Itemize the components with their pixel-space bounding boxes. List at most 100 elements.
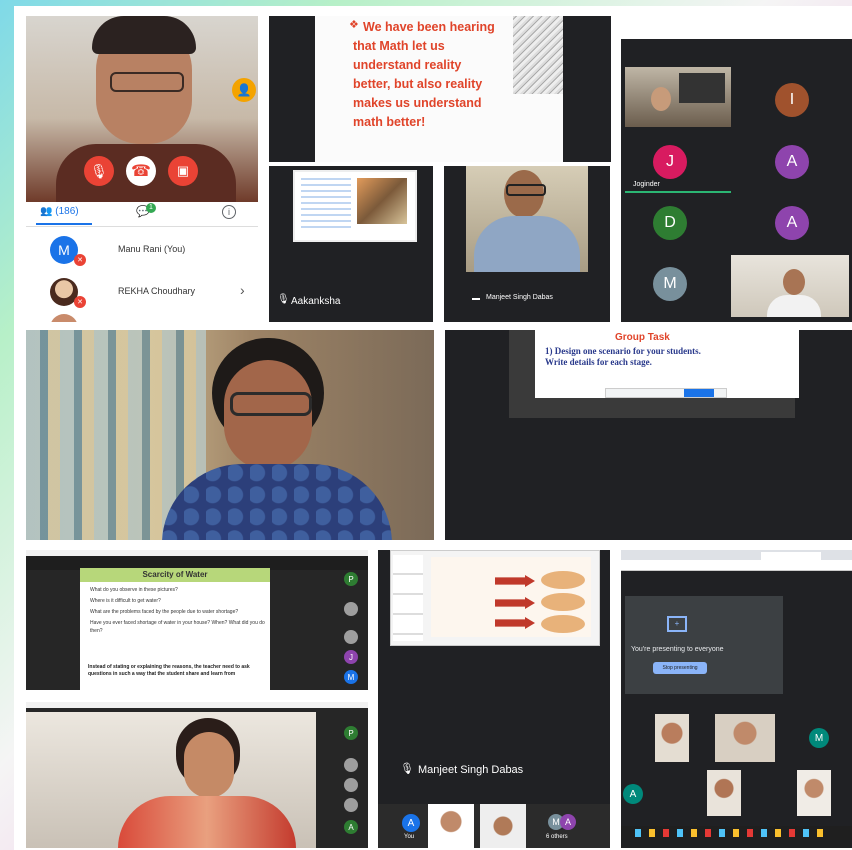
- mic-off-button[interactable]: 🎙: [84, 156, 114, 186]
- tile-manjeet-small: Manjeet Singh Dabas: [444, 166, 610, 322]
- man-body: [767, 295, 821, 317]
- slide-line: We have been hearing: [363, 20, 495, 34]
- presenting-text: You're presenting to everyone: [631, 646, 724, 653]
- slide-title: Scarcity of Water: [142, 570, 208, 579]
- question-item: Have you ever faced shortage of water in…: [90, 620, 265, 634]
- side-avatar-m: M: [344, 670, 358, 684]
- participant-row[interactable]: M ✕ Manu Rani (You): [26, 230, 258, 272]
- mic-off-icon: 🎙: [277, 294, 290, 305]
- chevron-right-icon[interactable]: ›: [240, 282, 245, 298]
- side-avatar-p: P: [344, 572, 358, 586]
- shared-ppt-thumb: [390, 550, 600, 646]
- water-slide: Scarcity of Water What do you observe in…: [80, 568, 270, 690]
- presentation-frame: Group Task 1) Design one scenario for yo…: [509, 330, 799, 418]
- question-item: Where is it difficult to get water?: [90, 598, 161, 604]
- manjeet-shirt: [474, 216, 580, 272]
- slide-line: better, but also reality: [353, 77, 483, 91]
- mic-icon: [472, 298, 480, 300]
- side-avatar: [344, 798, 358, 812]
- ppt-oval-2: [541, 593, 585, 611]
- slide-title-bar: Scarcity of Water: [80, 568, 270, 582]
- address-bar: [621, 560, 852, 571]
- teacher-face: [184, 732, 234, 798]
- others-label[interactable]: 6 others: [546, 834, 568, 840]
- participant-name: Joginder: [633, 181, 660, 188]
- ppt-arrow-2: [495, 597, 535, 609]
- self-avatar-a: A: [402, 814, 420, 832]
- video-thumb: [428, 804, 474, 848]
- camera-off-button[interactable]: ▣: [168, 156, 198, 186]
- ppt-oval-3: [541, 615, 585, 633]
- avatar-a: A: [623, 784, 643, 804]
- tab-chat[interactable]: 💬 1: [136, 203, 156, 218]
- video-thumb-man: [731, 255, 849, 317]
- stop-share-button[interactable]: [684, 389, 714, 397]
- collage-board: 👤 🎙 ☎ ▣ 👥 (186) 💬 1 i M ✕ Manu Rani (You…: [14, 6, 852, 850]
- taskbar-icons: [635, 829, 825, 837]
- mic-muted-icon: ✕: [74, 296, 86, 308]
- participant-row[interactable]: ✕ REKHA Choudhary ›: [26, 272, 258, 314]
- presenting-panel: + You're presenting to everyone Stop pre…: [625, 596, 783, 694]
- avatar-i: I: [775, 83, 809, 117]
- manjeet-glasses: [506, 184, 546, 196]
- teacher-dupatta: [118, 796, 296, 848]
- tab-participants[interactable]: 👥 (186): [40, 206, 79, 217]
- browser-tab[interactable]: [761, 552, 821, 560]
- slide-text-lines: [301, 178, 351, 228]
- participant-name: Manjeet Singh Dabas: [418, 764, 524, 776]
- tab-active-indicator: [36, 223, 92, 225]
- tile-phone-meeting: 👤 🎙 ☎ ▣ 👥 (186) 💬 1 i M ✕ Manu Rani (You…: [26, 16, 258, 322]
- info-icon[interactable]: i: [222, 205, 236, 219]
- ppt-slide-panel: [393, 555, 423, 641]
- tile-teacher-bottom: P A: [26, 702, 368, 848]
- slide-photo: [357, 178, 407, 224]
- side-avatar: [344, 630, 358, 644]
- mic-off-icon: 🎙: [400, 763, 414, 775]
- side-avatar: [344, 758, 358, 772]
- speaking-indicator: [625, 191, 731, 193]
- browser-toolbar: [26, 702, 368, 708]
- video-thumb: [715, 714, 775, 762]
- participant-count: (186): [55, 206, 79, 217]
- side-avatar: [344, 602, 358, 616]
- avatar-j: J: [653, 145, 687, 179]
- slide-line: understand reality: [353, 58, 462, 72]
- people-icon: 👥: [40, 206, 53, 217]
- participant-name: Manjeet Singh Dabas: [486, 294, 553, 301]
- slide-line: that Math let us: [353, 39, 445, 53]
- others-avatar-a: A: [560, 814, 576, 830]
- avatar-m: M: [809, 728, 829, 748]
- present-screen-icon: +: [667, 616, 687, 632]
- speaker-video: 👤 🎙 ☎ ▣: [26, 16, 258, 204]
- tile-presenting: + You're presenting to everyone Stop pre…: [621, 550, 852, 848]
- slide-footer-text: Instead of stating or explaining the rea…: [88, 664, 250, 677]
- slide-sketch-image: [513, 16, 563, 94]
- end-call-button[interactable]: ☎: [126, 156, 156, 186]
- phone-tab-bar: 👥 (186) 💬 1 i: [26, 202, 258, 227]
- speaker-hair: [92, 16, 196, 54]
- tile-water-slide: Scarcity of Water What do you observe in…: [26, 550, 368, 690]
- slide-text: We have been hearing that Math let us un…: [353, 18, 523, 132]
- video-thumb-joginder: [625, 67, 731, 127]
- slide-line: 1) Design one scenario for your students…: [545, 346, 701, 356]
- question-item: What are the problems faced by the peopl…: [90, 609, 239, 615]
- slide-title: Group Task: [615, 332, 670, 343]
- joginder-face: [651, 87, 671, 111]
- man-face: [783, 269, 805, 295]
- windows-taskbar: [621, 826, 852, 840]
- tile-aakanksha: 🎙 Aakanksha: [269, 166, 433, 322]
- ppt-arrow-1: [495, 575, 535, 587]
- ppt-arrow-3: [495, 617, 535, 629]
- side-avatar-a: A: [344, 820, 358, 834]
- group-task-slide: Group Task 1) Design one scenario for yo…: [535, 330, 799, 398]
- video-thumb: [480, 804, 526, 848]
- participant-name: REKHA Choudhary: [118, 286, 196, 296]
- slide-line: makes us understand: [353, 96, 482, 110]
- you-label: You: [404, 834, 415, 840]
- teacher-video: [26, 712, 316, 848]
- avatar-d: D: [653, 206, 687, 240]
- avatar-a: A: [775, 145, 809, 179]
- speaker-glasses: [110, 72, 184, 92]
- browser-tabbar: [621, 550, 852, 560]
- stop-presenting-button[interactable]: Stop presenting: [653, 662, 707, 674]
